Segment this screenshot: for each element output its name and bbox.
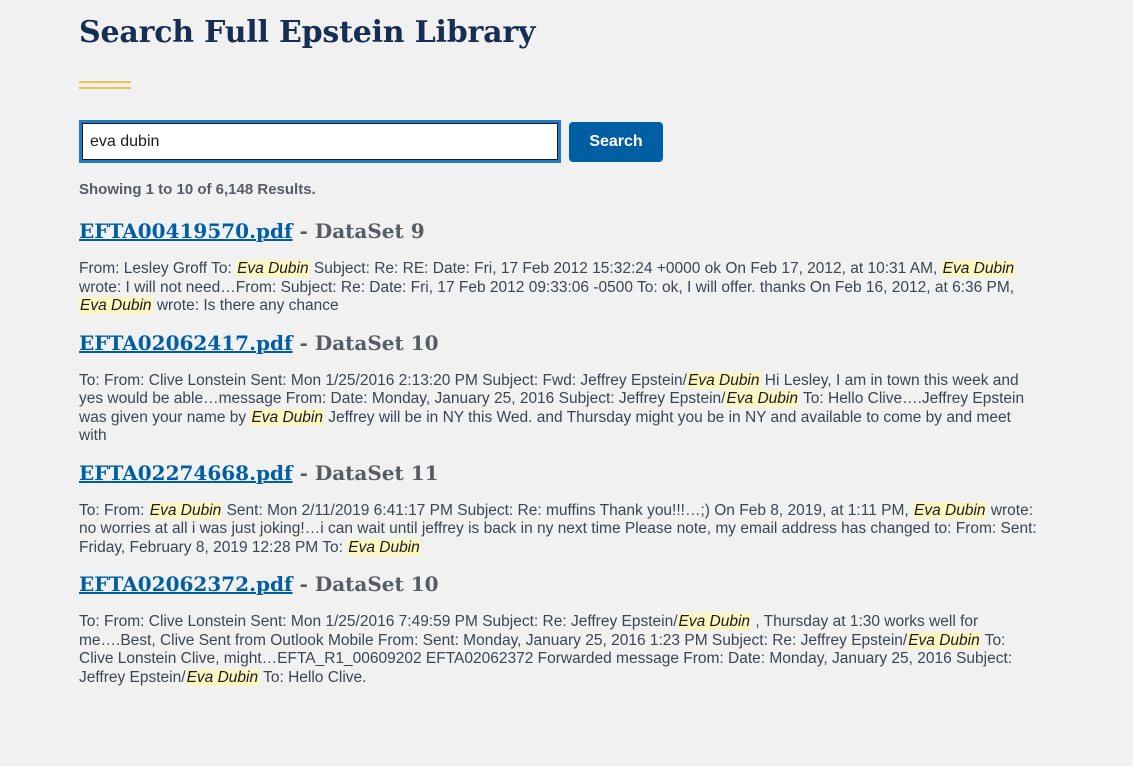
search-highlight: Eva Dubin [79,297,153,314]
title-accent-divider [79,81,131,89]
result-snippet: To: From: Eva Dubin Sent: Mon 2/11/2019 … [79,501,1041,558]
result-heading: EFTA02274668.pdf - DataSet 11 [79,458,1041,488]
search-form: Search [79,120,1041,163]
result-file-link[interactable]: EFTA02062417.pdf [79,331,293,355]
result-item: EFTA02274668.pdf - DataSet 11 To: From: E… [79,458,1041,558]
page-title: Search Full Epstein Library [79,15,536,50]
result-file-link[interactable]: EFTA02274668.pdf [79,461,293,485]
result-separator: - [292,460,315,485]
result-item: EFTA02062372.pdf - DataSet 10 To: From: C… [79,569,1041,687]
result-dataset-label: DataSet 11 [314,460,439,485]
search-highlight: Eva Dubin [941,260,1016,277]
snippet-text: To: From: Clive Lonstein Sent: Mon 1/25/… [79,613,678,630]
result-snippet: To: From: Clive Lonstein Sent: Mon 1/25/… [79,371,1041,446]
result-dataset-label: DataSet 10 [314,330,439,355]
result-item: EFTA00419570.pdf - DataSet 9 From: Lesley… [79,216,1041,316]
snippet-text: To: From: [79,501,149,519]
search-highlight: Eva Dubin [725,390,799,407]
result-heading: EFTA02062417.pdf - DataSet 10 [79,328,1041,358]
search-highlight: Eva Dubin [148,501,223,519]
search-highlight: Eva Dubin [677,613,752,630]
snippet-text: To: Hello Clive. [259,668,367,686]
search-highlight: Eva Dubin [250,408,324,426]
result-file-link[interactable]: EFTA02062372.pdf [79,572,293,596]
snippet-text: Subject: Re: RE: Date: Fri, 17 Feb 2012 … [309,260,942,277]
result-dataset-label: DataSet 9 [314,219,425,243]
result-snippet: To: From: Clive Lonstein Sent: Mon 1/25/… [79,613,1041,687]
result-separator: - [292,572,315,596]
search-highlight: Eva Dubin [913,501,987,519]
snippet-text: Sent: Mon 2/11/2019 6:41:17 PM Subject: … [222,501,913,519]
result-snippet: From: Lesley Groff To: Eva Dubin Subject… [79,260,1041,316]
result-dataset-label: DataSet 10 [314,572,439,596]
result-heading: EFTA00419570.pdf - DataSet 9 [79,216,1041,246]
result-item: EFTA02062417.pdf - DataSet 10 To: From: C… [79,328,1041,446]
snippet-text: wrote: I will not need…From: Subject: Re… [79,278,1015,296]
search-highlight: Eva Dubin [236,260,310,277]
result-separator: - [292,219,315,243]
search-highlight: Eva Dubin [347,538,421,556]
search-input[interactable] [79,120,561,163]
search-button[interactable]: Search [569,121,663,162]
result-separator: - [292,330,315,355]
search-highlight: Eva Dubin [185,668,260,686]
snippet-text: To: From: Clive Lonstein Sent: Mon 1/25/… [79,371,687,389]
result-file-link[interactable]: EFTA00419570.pdf [79,219,293,243]
snippet-text: From: Lesley Groff To: [79,260,237,277]
search-highlight: Eva Dubin [686,371,761,389]
results-count: Showing 1 to 10 of 6,148 Results. [79,181,316,198]
results-list: EFTA00419570.pdf - DataSet 9 From: Lesley… [79,216,1041,687]
snippet-text: wrote: Is there any chance [152,297,339,314]
search-page: Search Full Epstein Library Search Showi… [79,0,1041,687]
search-highlight: Eva Dubin [907,631,981,649]
result-heading: EFTA02062372.pdf - DataSet 10 [79,569,1041,599]
